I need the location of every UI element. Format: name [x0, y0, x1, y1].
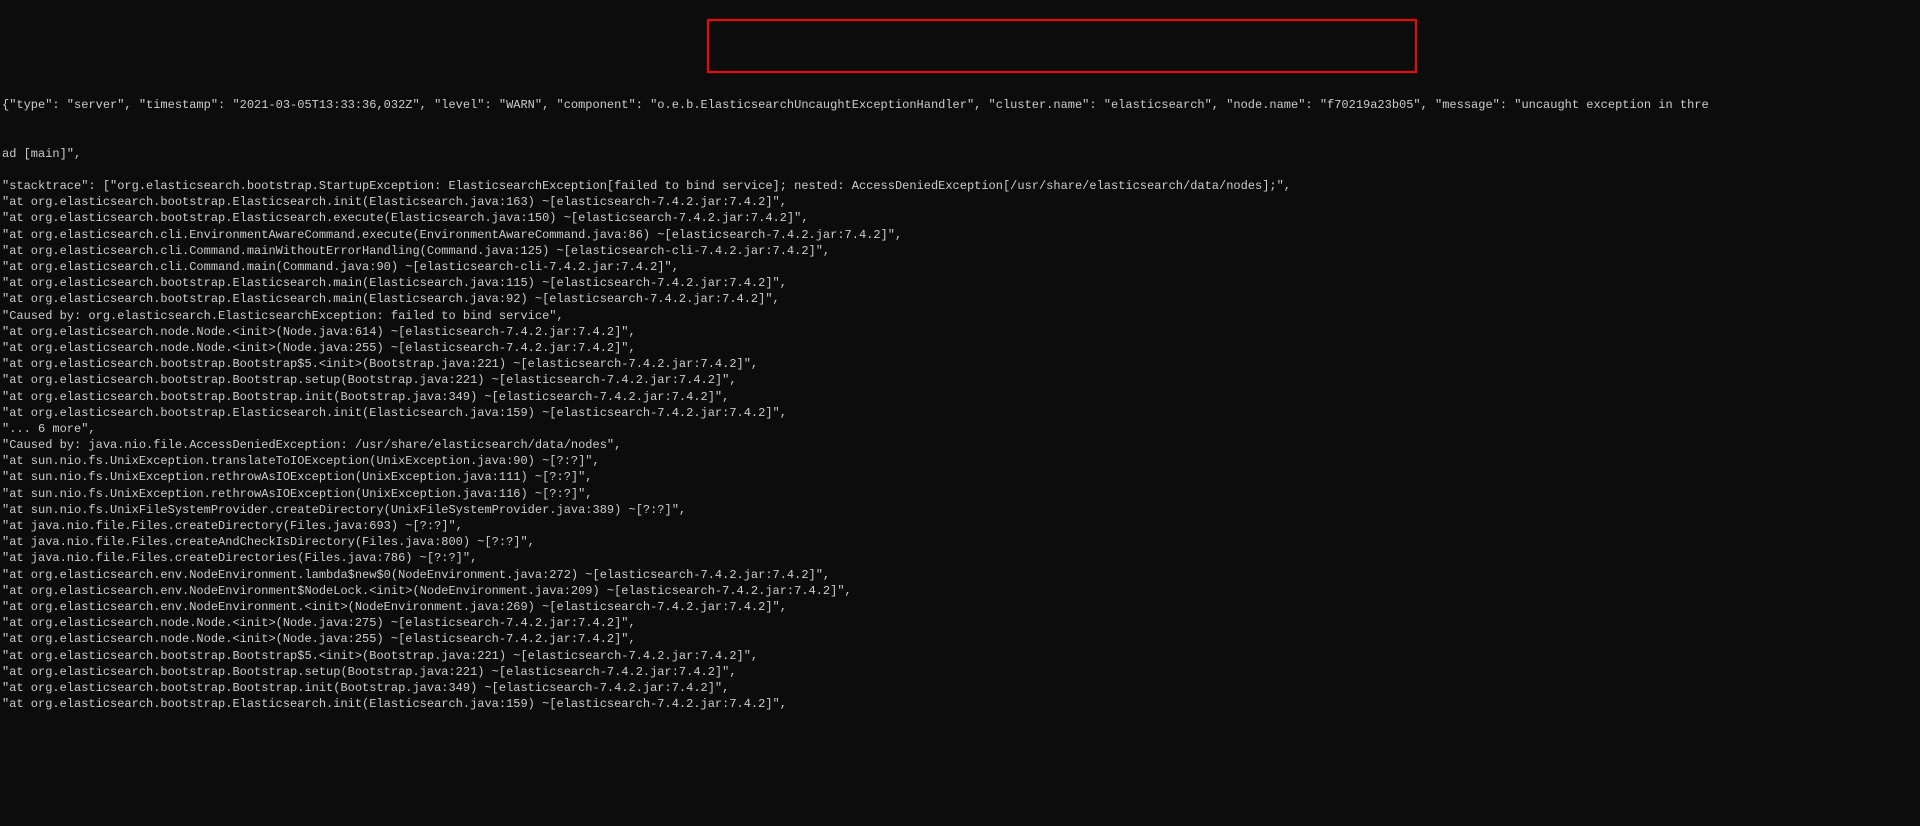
stack-trace-line: "at org.elasticsearch.node.Node.<init>(N… [2, 340, 1918, 356]
terminal-log-output: {"type": "server", "timestamp": "2021-03… [2, 65, 1918, 713]
stack-trace-line: "at java.nio.file.Files.createDirectorie… [2, 550, 1918, 566]
stack-trace-line: "at org.elasticsearch.bootstrap.Elastics… [2, 405, 1918, 421]
log-header-line-2: ad [main]", [2, 146, 1918, 162]
stack-trace-line: "at org.elasticsearch.bootstrap.Bootstra… [2, 389, 1918, 405]
stack-trace-line: "at org.elasticsearch.env.NodeEnvironmen… [2, 599, 1918, 615]
stack-trace-line: "at org.elasticsearch.bootstrap.Bootstra… [2, 372, 1918, 388]
stack-trace-line: "Caused by: java.nio.file.AccessDeniedEx… [2, 437, 1918, 453]
stack-trace-line: "at org.elasticsearch.node.Node.<init>(N… [2, 615, 1918, 631]
stack-trace-line: "at sun.nio.fs.UnixException.translateTo… [2, 453, 1918, 469]
stack-trace-line: "at org.elasticsearch.env.NodeEnvironmen… [2, 567, 1918, 583]
stack-trace-line: "at java.nio.file.Files.createAndCheckIs… [2, 534, 1918, 550]
stack-trace-line: "at org.elasticsearch.bootstrap.Elastics… [2, 194, 1918, 210]
stack-trace-line: "at org.elasticsearch.cli.EnvironmentAwa… [2, 227, 1918, 243]
stack-trace-line: "stacktrace": ["org.elasticsearch.bootst… [2, 178, 1918, 194]
stack-trace-line: "at org.elasticsearch.bootstrap.Elastics… [2, 275, 1918, 291]
stack-trace-line: "at org.elasticsearch.bootstrap.Elastics… [2, 696, 1918, 712]
stack-trace-line: "at org.elasticsearch.bootstrap.Elastics… [2, 291, 1918, 307]
stack-trace-line: "at sun.nio.fs.UnixException.rethrowAsIO… [2, 469, 1918, 485]
log-header-line-1: {"type": "server", "timestamp": "2021-03… [2, 97, 1918, 113]
stack-trace-line: "at sun.nio.fs.UnixException.rethrowAsIO… [2, 486, 1918, 502]
stack-trace-line: "at java.nio.file.Files.createDirectory(… [2, 518, 1918, 534]
stack-trace-line: "at org.elasticsearch.bootstrap.Bootstra… [2, 680, 1918, 696]
stack-trace-line: "at org.elasticsearch.env.NodeEnvironmen… [2, 583, 1918, 599]
stack-trace-line: "Caused by: org.elasticsearch.Elasticsea… [2, 308, 1918, 324]
stack-trace-line: "... 6 more", [2, 421, 1918, 437]
stack-trace-line: "at org.elasticsearch.node.Node.<init>(N… [2, 324, 1918, 340]
stack-trace-line: "at org.elasticsearch.bootstrap.Bootstra… [2, 356, 1918, 372]
stack-trace-line: "at org.elasticsearch.cli.Command.main(C… [2, 259, 1918, 275]
stack-trace-line: "at org.elasticsearch.bootstrap.Bootstra… [2, 648, 1918, 664]
stack-trace-line: "at sun.nio.fs.UnixFileSystemProvider.cr… [2, 502, 1918, 518]
stack-trace-line: "at org.elasticsearch.bootstrap.Bootstra… [2, 664, 1918, 680]
stack-trace-line: "at org.elasticsearch.node.Node.<init>(N… [2, 631, 1918, 647]
stack-trace-line: "at org.elasticsearch.bootstrap.Elastics… [2, 210, 1918, 226]
stack-trace-line: "at org.elasticsearch.cli.Command.mainWi… [2, 243, 1918, 259]
